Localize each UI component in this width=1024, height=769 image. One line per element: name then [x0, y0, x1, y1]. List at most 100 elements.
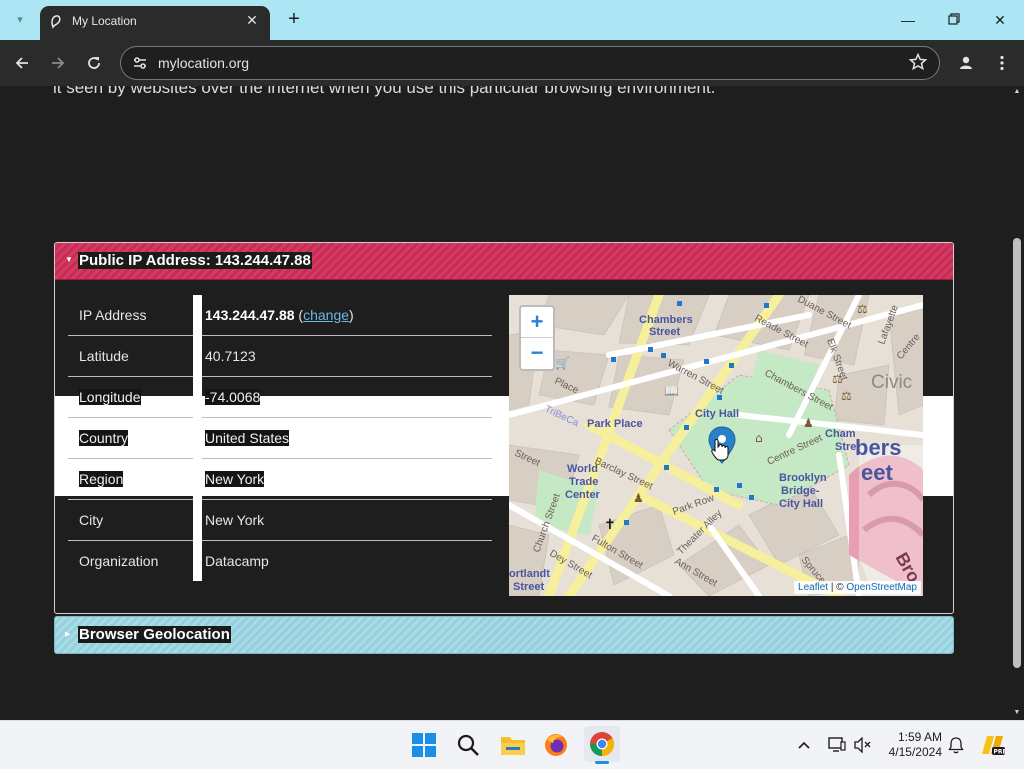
- firefox-icon[interactable]: [540, 729, 572, 761]
- forward-arrow-icon[interactable]: [46, 51, 70, 75]
- svg-text:✝: ✝: [604, 517, 616, 533]
- menu-kebab-icon[interactable]: [990, 51, 1014, 75]
- map-label: Stre: [835, 441, 856, 453]
- map-label: Cham: [825, 428, 856, 440]
- site-settings-icon[interactable]: [132, 55, 148, 76]
- reload-icon[interactable]: [82, 51, 106, 75]
- ip-value: 143.244.47.88: [205, 307, 295, 323]
- search-icon[interactable]: [452, 729, 484, 761]
- zoom-control: + −: [519, 305, 555, 371]
- restore-button[interactable]: [940, 8, 968, 32]
- clock-date: 4/15/2024: [888, 745, 942, 759]
- public-ip-panel: ▼ Public IP Address: 143.244.47.88 IP Ad…: [54, 242, 954, 614]
- caret-down-icon: ▼: [65, 255, 73, 264]
- close-window-button[interactable]: ✕: [986, 8, 1014, 32]
- zoom-out-button[interactable]: −: [521, 338, 553, 368]
- scroll-thumb[interactable]: [1013, 238, 1021, 668]
- notification-bell-icon[interactable]: [944, 729, 968, 761]
- map-label: Trade: [569, 476, 598, 488]
- svg-text:🛒: 🛒: [555, 356, 570, 370]
- browser-toolbar: mylocation.org: [0, 40, 1024, 86]
- clock-time: 1:59 AM: [897, 730, 942, 744]
- row-key: Organization: [79, 553, 159, 569]
- volume-muted-icon[interactable]: [850, 729, 876, 761]
- chevron-up-icon[interactable]: [790, 729, 818, 761]
- table-row: Region New York: [68, 458, 492, 500]
- map-label: Brooklyn: [779, 472, 827, 484]
- svg-text:⌂: ⌂: [755, 431, 763, 445]
- browser-geolocation-title: Browser Geolocation: [78, 626, 231, 643]
- address-bar[interactable]: mylocation.org: [120, 46, 940, 80]
- intro-text: it seen by websites over the internet wh…: [53, 86, 716, 97]
- minimize-button[interactable]: —: [894, 8, 922, 32]
- zoom-in-button[interactable]: +: [521, 307, 553, 338]
- map-label: Civic: [871, 372, 912, 393]
- tab-search-button[interactable]: ▾: [8, 10, 32, 30]
- windows-start-icon[interactable]: [408, 729, 440, 761]
- map-label: Street: [513, 581, 545, 593]
- close-tab-icon[interactable]: ✕: [244, 12, 260, 28]
- table-row: Longitude -74.0068: [68, 376, 492, 418]
- table-row: Organization Datacamp: [68, 540, 492, 581]
- copilot-icon[interactable]: PRE: [976, 729, 1008, 761]
- row-value: New York: [202, 499, 492, 541]
- map-label: City Hall: [779, 498, 823, 510]
- map-label: Chambers: [639, 314, 693, 326]
- ip-info-table: IP Address 143.244.47.88 (change) Latitu…: [68, 295, 492, 581]
- row-value: United States: [202, 417, 492, 459]
- row-value: 143.244.47.88 (change): [202, 295, 492, 336]
- page-scrollbar[interactable]: ▲ ▼: [1010, 86, 1024, 719]
- row-key: Region: [68, 458, 193, 500]
- new-tab-button[interactable]: +: [284, 9, 304, 29]
- row-key: Country: [68, 417, 193, 459]
- tab-title: My Location: [72, 14, 137, 28]
- public-ip-header[interactable]: ▼ Public IP Address: 143.244.47.88: [55, 243, 953, 280]
- map-label: bers: [855, 435, 901, 460]
- row-key: Latitude: [68, 335, 193, 377]
- map-label: City Hall: [695, 408, 739, 420]
- row-value: 40.7123: [202, 335, 492, 377]
- display-icon[interactable]: [824, 729, 850, 761]
- openstreetmap-link[interactable]: OpenStreetMap: [846, 582, 917, 593]
- row-value: Datacamp: [205, 553, 269, 569]
- table-row: IP Address 143.244.47.88 (change): [68, 295, 492, 336]
- map-tiles: 📖 ♟ ⌂ ♟ ✝ ⚖ ⚖ ⚖ 🛒 Chambers Street Warren…: [509, 295, 923, 596]
- table-row: Latitude 40.7123: [68, 335, 492, 377]
- svg-text:⚖: ⚖: [841, 389, 852, 403]
- caret-right-icon: ▶: [65, 631, 71, 638]
- scroll-down-icon[interactable]: ▼: [1010, 707, 1024, 719]
- map-label: eet: [861, 460, 893, 485]
- svg-text:♟: ♟: [803, 416, 814, 430]
- page-content: it seen by websites over the internet wh…: [0, 86, 1010, 719]
- change-ip-link[interactable]: change: [303, 307, 349, 323]
- map-label: World: [567, 463, 598, 475]
- table-row: Country United States: [68, 417, 492, 459]
- url-text: mylocation.org: [158, 55, 250, 71]
- location-map[interactable]: 📖 ♟ ⌂ ♟ ✝ ⚖ ⚖ ⚖ 🛒 Chambers Street Warren…: [509, 295, 923, 596]
- browser-geolocation-header[interactable]: ▶ Browser Geolocation: [54, 616, 954, 654]
- map-label: Center: [565, 489, 601, 501]
- map-attribution: Leaflet | © OpenStreetMap: [794, 581, 921, 594]
- row-value: -74.0068: [202, 376, 492, 418]
- profile-icon[interactable]: [954, 51, 978, 75]
- back-arrow-icon[interactable]: [10, 51, 34, 75]
- tab-my-location[interactable]: My Location ✕: [40, 6, 270, 40]
- system-clock[interactable]: 1:59 AM 4/15/2024: [884, 730, 942, 760]
- file-explorer-icon[interactable]: [497, 729, 529, 761]
- scroll-up-icon[interactable]: ▲: [1010, 86, 1024, 98]
- map-label: ortlandt: [509, 568, 550, 580]
- chrome-icon[interactable]: [584, 726, 620, 764]
- public-ip-title: Public IP Address: 143.244.47.88: [78, 252, 312, 269]
- row-key: Longitude: [68, 376, 193, 418]
- table-row: City New York: [68, 499, 492, 541]
- site-favicon-icon: [50, 14, 64, 35]
- svg-text:📖: 📖: [664, 384, 679, 398]
- svg-text:♟: ♟: [633, 491, 644, 505]
- tab-strip: ▾ My Location ✕ + — ✕: [0, 0, 1024, 40]
- row-value: New York: [202, 458, 492, 500]
- bookmark-star-icon[interactable]: [908, 52, 928, 76]
- windows-taskbar: 1:59 AM 4/15/2024 PRE: [0, 720, 1024, 769]
- map-label: Bridge-: [781, 485, 820, 497]
- leaflet-link[interactable]: Leaflet: [798, 582, 828, 593]
- row-key: City: [68, 499, 193, 541]
